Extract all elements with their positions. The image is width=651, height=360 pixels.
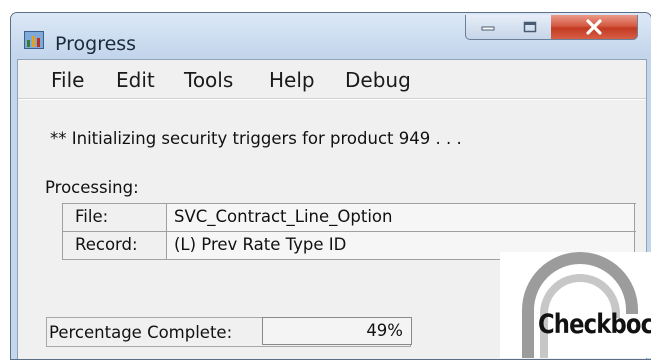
- minimize-icon: [481, 26, 495, 31]
- title-bar[interactable]: Progress: [11, 13, 651, 58]
- percentage-value: 49%: [366, 321, 403, 340]
- maximize-button[interactable]: [509, 15, 552, 40]
- app-chart-icon: [24, 31, 44, 49]
- percentage-field: 49%: [262, 317, 412, 345]
- file-label: File:: [63, 204, 167, 231]
- menu-tools[interactable]: Tools: [184, 68, 233, 92]
- menu-file[interactable]: File: [51, 68, 84, 92]
- close-icon: [586, 19, 602, 35]
- percentage-label: Percentage Complete:: [49, 323, 233, 342]
- status-message: ** Initializing security triggers for pr…: [50, 129, 462, 148]
- menu-separator: [18, 99, 646, 100]
- menu-edit[interactable]: Edit: [116, 68, 155, 92]
- menu-bar: File Edit Tools Help Debug: [18, 60, 646, 99]
- brand-arc-logo: [522, 252, 638, 358]
- menu-debug[interactable]: Debug: [345, 68, 411, 92]
- brand-text: Checkboc: [538, 309, 651, 340]
- menu-help[interactable]: Help: [269, 68, 315, 92]
- grid-row-file: File: SVC_Contract_Line_Option: [63, 204, 636, 232]
- maximize-icon: [523, 21, 537, 33]
- minimize-button[interactable]: [465, 15, 511, 40]
- record-label: Record:: [63, 232, 167, 259]
- checkbox-brand-badge: Checkboc: [500, 252, 651, 358]
- processing-label: Processing:: [45, 178, 139, 197]
- window-title: Progress: [55, 33, 137, 55]
- close-button[interactable]: [551, 15, 638, 40]
- file-value: SVC_Contract_Line_Option: [167, 204, 635, 231]
